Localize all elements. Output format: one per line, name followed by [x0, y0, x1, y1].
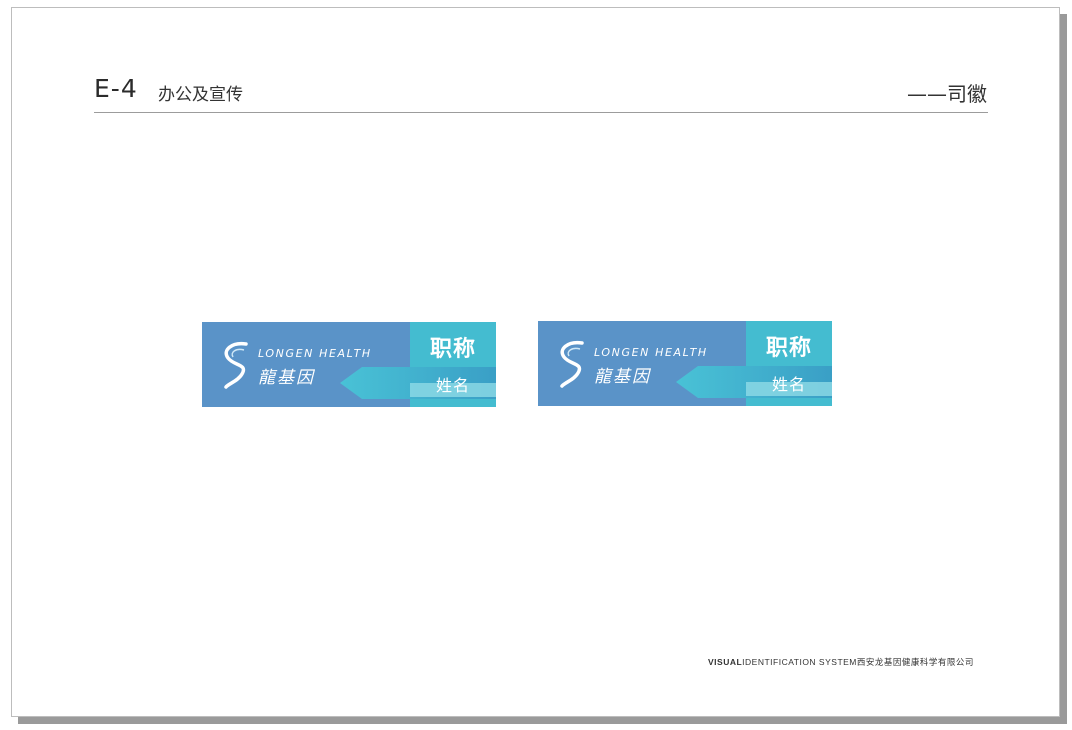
- person-name: 姓名: [435, 376, 470, 395]
- job-title: 职称: [429, 337, 476, 362]
- subsection-title: ——司徽: [907, 82, 987, 106]
- footer-bold: VISUAL: [708, 657, 743, 667]
- name-badge-1: LONGEN HEALTH 龍基因 职称 姓名: [202, 322, 496, 407]
- header-rule: [94, 112, 988, 113]
- person-name: 姓名: [771, 375, 806, 394]
- longen-s-logo-icon: [224, 341, 248, 389]
- brand-english: LONGEN HEALTH: [258, 347, 372, 360]
- job-title: 职称: [765, 336, 812, 361]
- longen-s-logo-icon: [560, 340, 584, 388]
- brand-chinese: 龍基因: [258, 368, 315, 388]
- document-page: E-4 办公及宣传 ——司徽 LONGEN HEALTH 龍基因 职称 姓名 L…: [11, 7, 1060, 717]
- section-title: 办公及宣传: [158, 85, 243, 105]
- name-badge-2: LONGEN HEALTH 龍基因 职称 姓名: [538, 321, 832, 406]
- footer-text: VISUALIDENTIFICATION SYSTEM西安龙基因健康科学有限公司: [708, 656, 974, 668]
- footer-rest: IDENTIFICATION SYSTEM西安龙基因健康科学有限公司: [742, 657, 974, 667]
- brand-chinese: 龍基因: [594, 367, 651, 387]
- brand-english: LONGEN HEALTH: [594, 346, 708, 359]
- section-code: E-4: [94, 74, 138, 103]
